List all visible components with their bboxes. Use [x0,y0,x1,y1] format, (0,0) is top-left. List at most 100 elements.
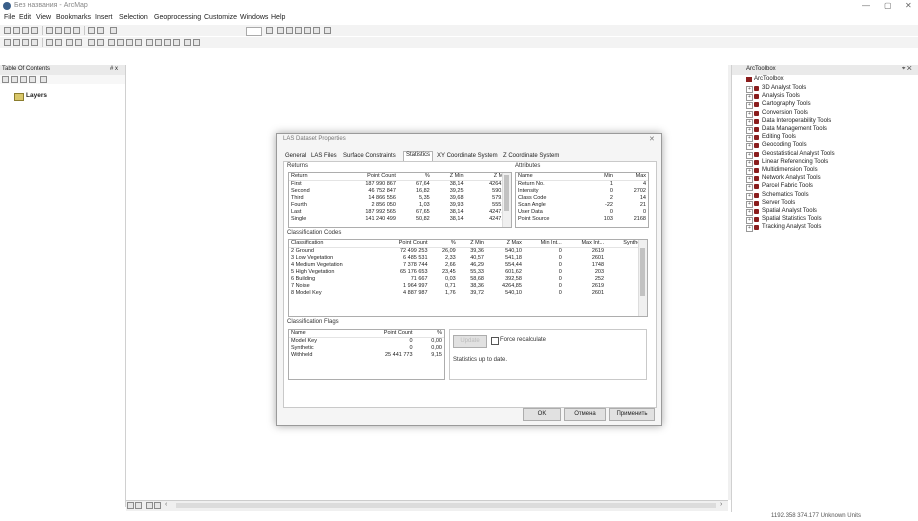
close-icon[interactable]: ✕ [905,1,912,10]
classification-codes-table[interactable]: Classification Point Count% Z Min Z Max Min … [288,239,648,317]
table-row[interactable]: 2 Ground72 499 25326,0939,36540,10026190 [289,248,647,256]
new-icon[interactable] [4,27,11,34]
refresh-icon[interactable] [146,502,153,509]
list-by-drawing-order-icon[interactable] [2,76,9,83]
maximize-icon[interactable]: ▢ [884,1,892,10]
toolbox-item[interactable]: Analysis Tools [762,93,800,99]
search-icon[interactable] [295,27,302,34]
toolbox-item[interactable]: 3D Analyst Tools [762,85,806,91]
fixed-zoom-out-icon[interactable] [55,39,62,46]
zoom-in-icon[interactable] [4,39,11,46]
expand-toolbox-icon[interactable]: + [746,184,753,192]
menu-help[interactable]: Help [271,14,285,21]
column-header[interactable]: Max Int... [563,240,607,248]
measure-icon[interactable] [146,39,153,46]
toc-close-icon[interactable]: # x [110,66,118,72]
tab-las-files[interactable]: LAS Files [309,153,339,159]
column-header[interactable]: % [429,240,458,248]
returns-table[interactable]: ReturnPoint Count%Z MinZ MaxFirst 187 990… [288,172,512,228]
column-header[interactable]: Name [516,173,589,181]
table-row[interactable]: 8 Model Key 4 887 987 1,76 39,72 540,10 0 2601… [289,290,647,297]
table-row[interactable]: 5 High Vegetation 65 176 653 23,45 55,33 601… [289,269,647,276]
column-header[interactable]: Point Count [349,330,415,338]
cancel-button[interactable]: Отмена [564,408,606,421]
redo-icon[interactable] [97,27,104,34]
table-row[interactable]: 6 Building71 6670,0358,68392,5802520 [289,276,647,283]
column-header[interactable]: Point Count [332,173,398,181]
tab-xy-coordinate-system[interactable]: XY Coordinate System [435,153,500,159]
dialog-close-icon[interactable]: ✕ [649,135,655,143]
table-row[interactable]: Class Code 2 14 [516,195,648,202]
menu-file[interactable]: File [4,14,15,21]
time-slider-icon[interactable] [184,39,191,46]
table-row[interactable]: Third 14 866 556 5,35 39,68 579,18 [289,195,511,202]
data-view-icon[interactable] [127,502,134,509]
table-row[interactable]: User Data 0 0 [516,209,648,216]
hyperlink-icon[interactable] [126,39,133,46]
clear-selection-icon[interactable] [97,39,104,46]
table-row[interactable]: Model Key 0 0,00 [289,338,444,346]
column-header[interactable]: Classification [289,240,378,248]
editor-icon[interactable] [266,27,273,34]
table-row[interactable]: Withheld 25 441 773 9,15 [289,352,444,359]
add-data-icon[interactable] [110,27,117,34]
toolbox-item[interactable]: Multidimension Tools [762,167,818,173]
toolbox-item[interactable]: Editing Tools [762,134,796,140]
cut-icon[interactable] [46,27,53,34]
html-popup-icon[interactable] [135,39,142,46]
column-header[interactable]: Min Int... [523,240,564,248]
python-icon[interactable] [313,27,320,34]
update-button[interactable]: Update [453,335,487,348]
fixed-zoom-in-icon[interactable] [46,39,53,46]
scroll-left-icon[interactable]: ‹ [165,501,167,508]
returns-scrollbar[interactable] [502,173,511,227]
expand-toolbox-icon[interactable]: + [746,94,753,102]
minimize-icon[interactable]: — [862,1,870,10]
toolbox-item[interactable]: Server Tools [762,200,795,206]
menu-geoprocessing[interactable]: Geoprocessing [154,14,201,21]
identify-icon[interactable] [117,39,124,46]
expand-toolbox-icon[interactable]: + [746,151,753,159]
expand-toolbox-icon[interactable]: + [746,127,753,134]
toolbox-item[interactable]: Schematics Tools [762,192,809,198]
force-recalculate-checkbox[interactable] [491,337,499,345]
full-extent-icon[interactable] [31,39,38,46]
open-icon[interactable] [13,27,20,34]
column-header[interactable]: Return [289,173,333,181]
select-features-icon[interactable] [88,39,95,46]
toolbox-item[interactable]: Spatial Statistics Tools [762,216,822,222]
table-row[interactable]: First 187 990 867 67,64 38,14 4264,85 [289,181,511,189]
expand-toolbox-icon[interactable]: + [746,225,753,233]
toolbox-item[interactable]: Cartography Tools [762,101,811,107]
toolbox-item[interactable]: Network Analyst Tools [762,175,821,181]
delete-icon[interactable] [73,27,80,34]
scroll-right-icon[interactable]: › [720,501,722,508]
layout-view-icon[interactable] [135,502,142,509]
column-header[interactable]: Z Max [485,240,524,248]
attributes-table[interactable]: Name Min Max Return No. 1 4 Intensity 0 2702 Clas… [515,172,649,228]
expand-toolbox-icon[interactable]: + [746,143,753,151]
pause-drawing-icon[interactable] [154,502,161,509]
expand-toolbox-icon[interactable]: + [746,200,753,208]
zoom-out-icon[interactable] [13,39,20,46]
forward-icon[interactable] [75,39,82,46]
menu-customize[interactable]: Customize [204,14,237,21]
expand-toolbox-icon[interactable]: + [746,102,753,110]
toolbox-item[interactable]: Parcel Fabric Tools [762,183,813,189]
menu-insert[interactable]: Insert [95,14,113,21]
list-by-source-icon[interactable] [11,76,18,83]
column-header[interactable]: % [414,330,444,338]
expand-toolbox-icon[interactable]: + [746,159,753,167]
table-row[interactable]: Second 46 752 847 16,82 39,25 590,36 [289,188,511,195]
pan-icon[interactable] [22,39,29,46]
table-row[interactable]: Intensity 0 2702 [516,188,648,195]
menu-edit[interactable]: Edit [19,14,31,21]
table-row[interactable]: 4 Medium Vegetation 7 378 744 2,66 46,29 554… [289,262,647,269]
save-icon[interactable] [22,27,29,34]
toolbox-item[interactable]: Geocoding Tools [762,142,807,148]
column-header[interactable]: Max [614,173,648,181]
arctoolbox-root-label[interactable]: ArcToolbox [754,76,784,82]
toolbox-item[interactable]: Data Interoperability Tools [762,118,831,124]
copy-icon[interactable] [55,27,62,34]
scale-dropdown[interactable] [246,27,262,36]
